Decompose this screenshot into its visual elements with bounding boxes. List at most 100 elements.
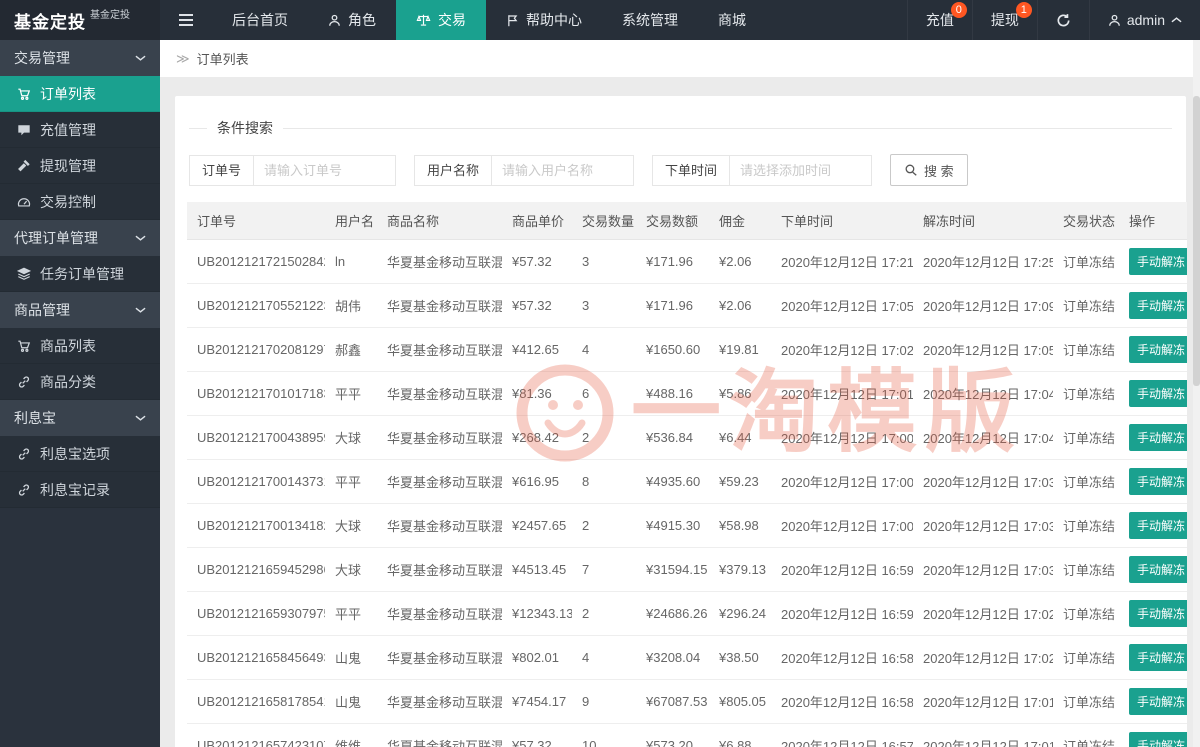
cell-unit-price: ¥57.32	[502, 283, 572, 328]
refresh-button[interactable]	[1036, 0, 1089, 40]
cell-product-name: 华夏基金移动互联混合	[377, 327, 502, 372]
cell-order-time: 2020年12月12日 16:58:45	[771, 635, 913, 680]
recharge-button[interactable]: 充值 0	[906, 0, 972, 40]
scrollbar-track[interactable]	[1193, 40, 1200, 747]
cell-commission: ¥19.81	[709, 327, 771, 372]
cell-product-name: 华夏基金移动互联混合	[377, 723, 502, 747]
sidebar-item-lixibao-records[interactable]: 利息宝记录	[0, 472, 160, 508]
cell-order-time: 2020年12月12日 16:57:42	[771, 723, 913, 747]
top-nav: 后台首页 角色 交易 帮助中心 系统管理 商城	[212, 0, 766, 40]
cell-order-time: 2020年12月12日 17:02:08	[771, 327, 913, 372]
manual-unfreeze-button[interactable]: 手动解冻	[1129, 600, 1187, 627]
cell-trade-amount: ¥1650.60	[636, 327, 709, 372]
cell-order-time: 2020年12月12日 17:21:50	[771, 239, 913, 284]
username-input[interactable]	[491, 154, 635, 186]
manual-unfreeze-button[interactable]: 手动解冻	[1129, 468, 1187, 495]
cell-unfreeze-time: 2020年12月12日 17:09:20	[913, 283, 1053, 328]
cell-action: 手动解冻	[1119, 459, 1187, 504]
manual-unfreeze-button[interactable]: 手动解冻	[1129, 292, 1187, 319]
sidebar-item-trade-control[interactable]: 交易控制	[0, 184, 160, 220]
sidebar-item-withdraw-manage[interactable]: 提现管理	[0, 148, 160, 184]
manual-unfreeze-button[interactable]: 手动解冻	[1129, 512, 1187, 539]
scrollbar-thumb[interactable]	[1193, 96, 1200, 386]
nav-mall[interactable]: 商城	[698, 0, 766, 40]
col-unfreeze-time: 解冻时间	[913, 202, 1053, 240]
withdraw-button[interactable]: 提现 1	[971, 0, 1037, 40]
manual-unfreeze-button[interactable]: 手动解冻	[1129, 380, 1187, 407]
col-trade-qty: 交易数量	[572, 202, 636, 240]
manual-unfreeze-button[interactable]: 手动解冻	[1129, 336, 1187, 363]
topbar: 基金定投 基金定投 后台首页 角色 交易 帮助中心 系统管理 商城 充值 0 提…	[0, 0, 1200, 40]
col-trade-amount: 交易数额	[636, 202, 709, 240]
sidebar-group-lixibao[interactable]: 利息宝	[0, 400, 160, 436]
sidebar-group-product-manage[interactable]: 商品管理	[0, 292, 160, 328]
cell-trade-qty: 2	[572, 415, 636, 460]
cell-order-time: 2020年12月12日 17:01:01	[771, 371, 913, 416]
sidebar-item-task-order-manage[interactable]: 任务订单管理	[0, 256, 160, 292]
gauge-icon	[17, 195, 31, 209]
order-time-input[interactable]	[729, 154, 873, 186]
manual-unfreeze-button[interactable]: 手动解冻	[1129, 424, 1187, 451]
sidebar-item-product-list[interactable]: 商品列表	[0, 328, 160, 364]
sidebar-item-order-list[interactable]: 订单列表	[0, 76, 160, 112]
cell-username: 山鬼	[325, 635, 377, 680]
manual-unfreeze-button[interactable]: 手动解冻	[1129, 248, 1187, 275]
cell-unit-price: ¥57.32	[502, 239, 572, 284]
nav-home[interactable]: 后台首页	[212, 0, 308, 40]
order-time-label: 下单时间	[652, 154, 731, 186]
search-button[interactable]: 搜 索	[890, 154, 968, 186]
sidebar-item-recharge-manage[interactable]: 充值管理	[0, 112, 160, 148]
nav-help-center[interactable]: 帮助中心	[486, 0, 602, 40]
sidebar-item-lixibao-options[interactable]: 利息宝选项	[0, 436, 160, 472]
manual-unfreeze-button[interactable]: 手动解冻	[1129, 732, 1187, 747]
user-menu[interactable]: admin	[1088, 0, 1200, 40]
order-no-input[interactable]	[253, 154, 397, 186]
cell-order-no: UB2012121700134182	[187, 503, 325, 548]
nav-label: 交易	[438, 12, 466, 28]
cell-trade-amount: ¥24686.26	[636, 591, 709, 636]
cell-order-time: 2020年12月12日 16:59:30	[771, 591, 913, 636]
manual-unfreeze-button[interactable]: 手动解冻	[1129, 556, 1187, 583]
sidebar-item-label: 订单列表	[40, 85, 96, 102]
nav-system-manage[interactable]: 系统管理	[602, 0, 698, 40]
cell-commission: ¥805.05	[709, 679, 771, 724]
sidebar: 交易管理 订单列表 充值管理 提现管理 交易控制 代理订单管理 任务订单管理 商…	[0, 40, 160, 747]
app-title: 基金定投	[14, 12, 86, 32]
cell-product-name: 华夏基金移动互联混合	[377, 635, 502, 680]
cell-trade-status: 订单冻结	[1053, 459, 1119, 504]
cell-commission: ¥296.24	[709, 591, 771, 636]
cell-order-time: 2020年12月12日 17:00:13	[771, 503, 913, 548]
recharge-badge: 0	[950, 2, 967, 18]
manual-unfreeze-button[interactable]: 手动解冻	[1129, 644, 1187, 671]
sidebar-group-trade-manage[interactable]: 交易管理	[0, 40, 160, 76]
nav-trade[interactable]: 交易	[396, 0, 486, 40]
cell-trade-amount: ¥573.20	[636, 723, 709, 747]
app-logo: 基金定投 基金定投	[0, 0, 160, 40]
cell-action: 手动解冻	[1119, 723, 1187, 747]
sidebar-item-label: 交易控制	[40, 193, 96, 210]
cell-trade-status: 订单冻结	[1053, 591, 1119, 636]
sidebar-group-agent-order-manage[interactable]: 代理订单管理	[0, 220, 160, 256]
col-unit-price: 商品单价	[502, 202, 572, 240]
cell-product-name: 华夏基金移动互联混合	[377, 503, 502, 548]
order-table-wrap: 订单号 用户名 商品名称 商品单价 交易数量 交易数额 佣金 下单时间 解冻时间…	[187, 202, 1187, 747]
cell-action: 手动解冻	[1119, 283, 1187, 328]
cell-commission: ¥2.06	[709, 239, 771, 284]
menu-toggle-button[interactable]	[160, 0, 212, 40]
col-product-name: 商品名称	[377, 202, 502, 240]
cell-commission: ¥38.50	[709, 635, 771, 680]
manual-unfreeze-button[interactable]: 手动解冻	[1129, 688, 1187, 715]
cell-trade-amount: ¥67087.53	[636, 679, 709, 724]
breadcrumb-symbol: ≫	[176, 50, 190, 66]
cell-action: 手动解冻	[1119, 679, 1187, 724]
sidebar-group-label: 代理订单管理	[14, 230, 98, 246]
cell-trade-qty: 7	[572, 547, 636, 592]
nav-roles[interactable]: 角色	[308, 0, 396, 40]
search-button-label: 搜 索	[924, 163, 954, 179]
sidebar-item-product-category[interactable]: 商品分类	[0, 364, 160, 400]
cell-product-name: 华夏基金移动互联混合	[377, 547, 502, 592]
chevron-down-icon	[135, 306, 146, 314]
nav-label: 后台首页	[232, 12, 288, 28]
chevron-down-icon	[135, 54, 146, 62]
cart-icon	[17, 87, 31, 101]
